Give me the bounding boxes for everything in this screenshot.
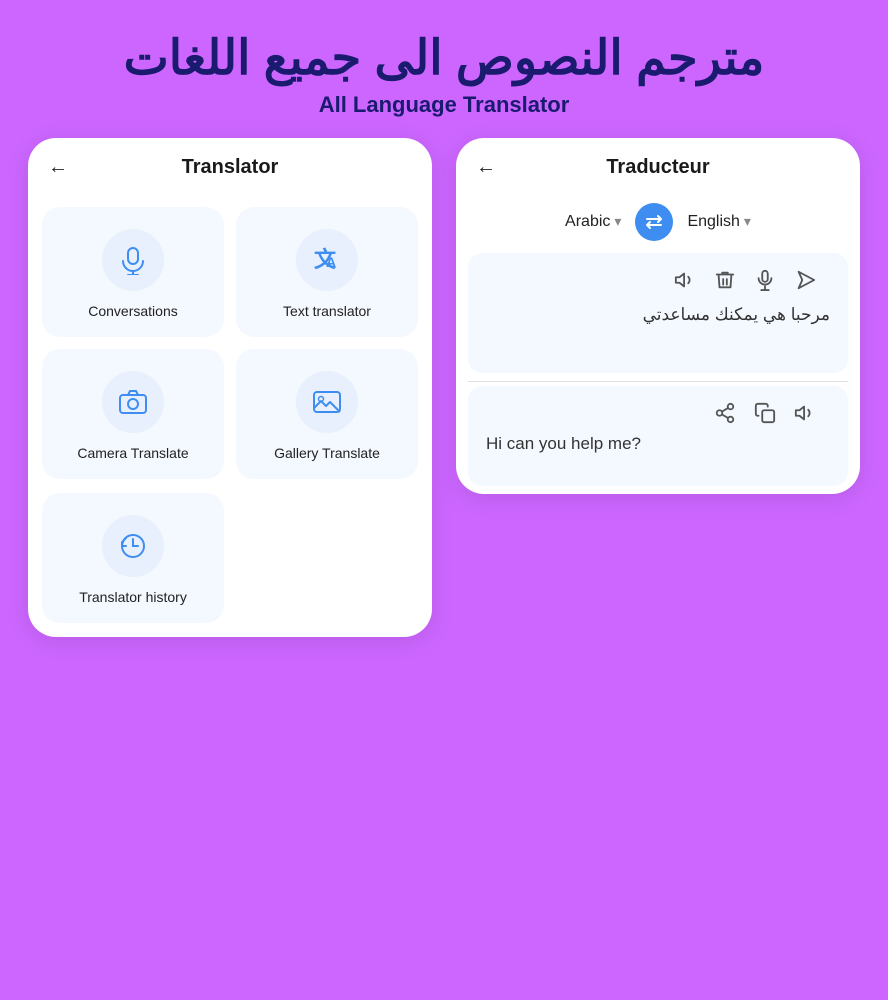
history-icon: [118, 531, 148, 561]
right-back-arrow[interactable]: ←: [476, 156, 496, 179]
translated-actions: [482, 396, 834, 428]
camera-translate-icon-circle: [102, 371, 164, 433]
gallery-translate-label: Gallery Translate: [274, 445, 380, 461]
english-subtitle: All Language Translator: [20, 92, 868, 118]
menu-item-camera-translate[interactable]: Camera Translate: [42, 349, 224, 479]
translate-icon: 文 A: [312, 245, 342, 275]
translator-history-label: Translator history: [79, 589, 187, 605]
delete-icon: [714, 269, 736, 291]
arabic-title: مترجم النصوص الى جميع اللغات: [20, 30, 868, 88]
text-translator-icon-circle: 文 A: [296, 229, 358, 291]
copy-icon: [754, 402, 776, 424]
mic-icon: [118, 245, 148, 275]
camera-icon: [118, 387, 148, 417]
delete-button[interactable]: [714, 269, 736, 291]
swap-languages-button[interactable]: [635, 203, 673, 241]
right-card-title: Traducteur: [606, 156, 709, 179]
language-selector-row: Arabic ▾ English ▾: [456, 193, 860, 249]
send-icon: [794, 269, 816, 291]
source-language-selector[interactable]: Arabic ▾: [565, 213, 621, 231]
menu-item-text-translator[interactable]: 文 A Text translator: [236, 207, 418, 337]
target-chevron-icon: ▾: [744, 213, 751, 230]
history-icon-circle: [102, 515, 164, 577]
conversations-icon-circle: [102, 229, 164, 291]
left-card-header: ← Translator: [28, 138, 432, 193]
text-translator-label: Text translator: [283, 303, 371, 319]
menu-item-conversations[interactable]: Conversations: [42, 207, 224, 337]
source-language-label: Arabic: [565, 213, 610, 231]
page-header: مترجم النصوص الى جميع اللغات All Languag…: [0, 0, 888, 138]
send-button[interactable]: [794, 269, 816, 291]
left-card-title: Translator: [182, 156, 279, 179]
history-row: Translator history: [28, 493, 432, 637]
volume-icon: [674, 269, 696, 291]
source-text-box: مرحبا هي يمكنك مساعدتي: [468, 253, 848, 373]
copy-button[interactable]: [754, 402, 776, 424]
volume-button[interactable]: [674, 269, 696, 291]
translated-text-box: Hi can you help me?: [468, 386, 848, 486]
menu-item-translator-history[interactable]: Translator history: [42, 493, 224, 623]
gallery-icon: [312, 387, 342, 417]
translated-english-text: Hi can you help me?: [482, 428, 834, 460]
share-button[interactable]: [714, 402, 736, 424]
cards-row: ← Translator Conversations: [0, 138, 888, 1000]
translator-card: ← Translator Conversations: [28, 138, 432, 637]
source-chevron-icon: ▾: [614, 213, 621, 230]
right-card-header: ← Traducteur: [456, 138, 860, 193]
target-language-label: English: [687, 213, 739, 231]
camera-translate-label: Camera Translate: [77, 445, 188, 461]
volume-translated-button[interactable]: [794, 402, 816, 424]
menu-grid: Conversations 文 A Text translator: [28, 193, 432, 493]
conversations-label: Conversations: [88, 303, 178, 319]
swap-icon: [644, 212, 664, 232]
mic-input-icon: [754, 269, 776, 291]
source-arabic-text: مرحبا هي يمكنك مساعدتي: [482, 295, 834, 331]
svg-text:A: A: [326, 254, 336, 270]
left-back-arrow[interactable]: ←: [48, 156, 68, 179]
share-icon: [714, 402, 736, 424]
traducteur-card: ← Traducteur Arabic ▾ English ▾: [456, 138, 860, 494]
gallery-translate-icon-circle: [296, 371, 358, 433]
mic-button[interactable]: [754, 269, 776, 291]
volume-translated-icon: [794, 402, 816, 424]
menu-item-gallery-translate[interactable]: Gallery Translate: [236, 349, 418, 479]
target-language-selector[interactable]: English ▾: [687, 213, 751, 231]
source-actions: [482, 263, 834, 295]
divider: [468, 381, 848, 382]
